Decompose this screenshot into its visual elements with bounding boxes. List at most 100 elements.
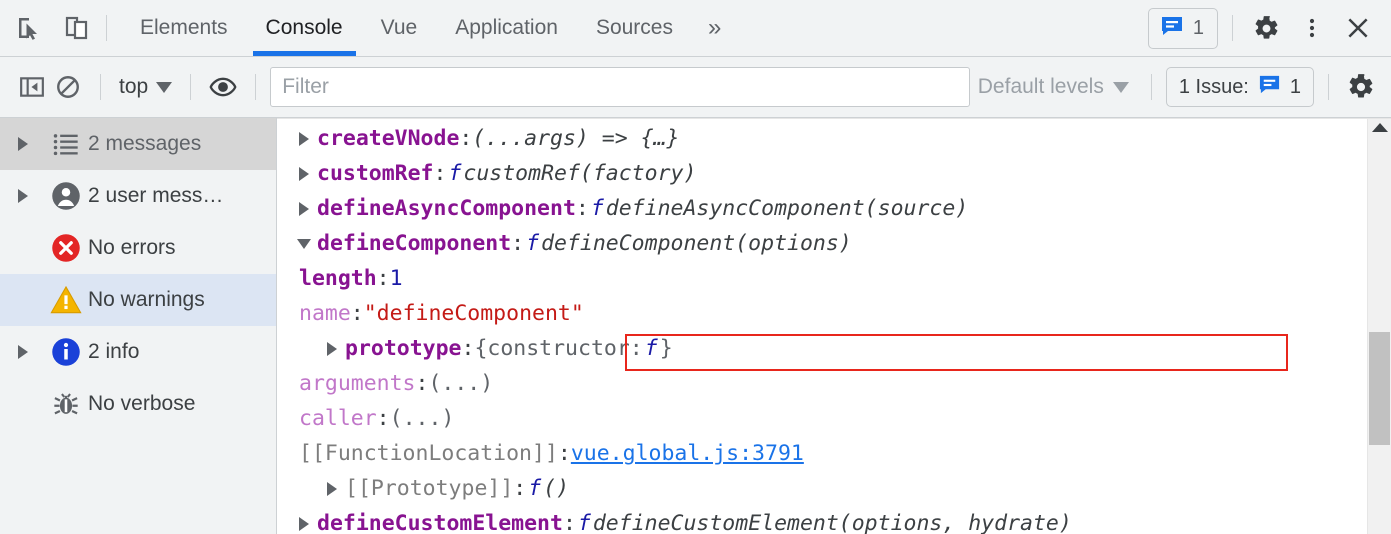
property-row[interactable]: customRef: f customRef(factory) bbox=[277, 156, 1391, 191]
tab-console[interactable]: Console bbox=[247, 0, 362, 56]
tab-bar-right-actions: 1 bbox=[1148, 0, 1391, 56]
property-separator: : bbox=[576, 196, 589, 221]
disclosure-triangle-right-icon[interactable] bbox=[295, 202, 313, 216]
issues-button[interactable]: 1 Issue: 1 bbox=[1166, 67, 1314, 107]
property-row[interactable]: [[FunctionLocation]]: vue.global.js:3791 bbox=[277, 436, 1391, 471]
tab-application[interactable]: Application bbox=[436, 0, 577, 56]
property-row[interactable]: defineComponent: f defineComponent(optio… bbox=[277, 226, 1391, 261]
sidebar-item-label: 2 info bbox=[88, 340, 139, 364]
property-value: 1 bbox=[390, 266, 403, 291]
property-separator: : bbox=[462, 336, 475, 361]
close-icon[interactable] bbox=[1339, 9, 1377, 47]
property-key: length bbox=[299, 266, 377, 291]
disclosure-triangle-down-icon[interactable] bbox=[295, 239, 313, 249]
property-separator: : bbox=[558, 441, 571, 466]
property-value: (...) bbox=[428, 371, 493, 396]
filter-input[interactable] bbox=[270, 67, 970, 107]
property-row[interactable]: defineAsyncComponent: f defineAsyncCompo… bbox=[277, 191, 1391, 226]
property-separator: : bbox=[511, 231, 524, 256]
more-tabs-label: » bbox=[708, 14, 719, 42]
disclosure-triangle-right-icon[interactable] bbox=[295, 132, 313, 146]
property-row[interactable]: prototype: {constructor: f} bbox=[277, 331, 1391, 366]
disclosure-triangle-right-icon[interactable] bbox=[18, 189, 44, 203]
tab-sources-label: Sources bbox=[596, 16, 673, 40]
property-separator: : bbox=[377, 266, 390, 291]
device-toolbar-icon[interactable] bbox=[62, 13, 92, 43]
property-value: defineAsyncComponent(source) bbox=[606, 196, 968, 221]
property-row[interactable]: [[Prototype]]: f () bbox=[277, 471, 1391, 506]
source-location-link[interactable]: vue.global.js:3791 bbox=[571, 441, 804, 466]
sidebar-item-2-user-mess[interactable]: 2 user mess… bbox=[0, 170, 276, 222]
scrollbar-thumb[interactable] bbox=[1369, 332, 1390, 445]
property-value: defineComponent(options) bbox=[541, 231, 852, 256]
disclosure-triangle-right-icon[interactable] bbox=[295, 167, 313, 181]
toolbar-divider-3 bbox=[255, 74, 256, 100]
issues-button-count: 1 bbox=[1290, 76, 1301, 99]
sidebar-item-2-info[interactable]: 2 info bbox=[0, 326, 276, 378]
property-value: f bbox=[446, 161, 463, 186]
live-expression-eye-icon[interactable] bbox=[205, 69, 241, 105]
console-sidebar: 2 messages2 user mess… No errors No warnin… bbox=[0, 118, 277, 534]
property-key: defineCustomElement bbox=[317, 511, 563, 534]
sidebar-item-2-messages[interactable]: 2 messages bbox=[0, 118, 276, 170]
property-value: "defineComponent" bbox=[364, 301, 584, 326]
clear-console-icon[interactable] bbox=[50, 69, 86, 105]
property-row[interactable]: defineCustomElement: f defineCustomEleme… bbox=[277, 506, 1391, 534]
property-key: caller bbox=[299, 406, 377, 431]
show-console-sidebar-icon[interactable] bbox=[14, 69, 50, 105]
property-separator: : bbox=[377, 406, 390, 431]
gear-icon[interactable] bbox=[1343, 69, 1379, 105]
property-value: {constructor: bbox=[474, 336, 642, 361]
object-property-list: createVNode: (...args) => {…}customRef: … bbox=[277, 119, 1391, 534]
issue-message-icon bbox=[1160, 14, 1184, 43]
property-row[interactable]: name: "defineComponent" bbox=[277, 296, 1391, 331]
property-row[interactable]: arguments: (...) bbox=[277, 366, 1391, 401]
tab-vue[interactable]: Vue bbox=[362, 0, 437, 56]
property-value: f bbox=[643, 336, 660, 361]
property-row[interactable]: caller: (...) bbox=[277, 401, 1391, 436]
issues-counter-button[interactable]: 1 bbox=[1148, 8, 1218, 49]
disclosure-triangle-right-icon[interactable] bbox=[18, 137, 44, 151]
property-value: (...args) => {…} bbox=[472, 126, 679, 151]
disclosure-triangle-right-icon[interactable] bbox=[323, 342, 341, 356]
property-key: [[Prototype]] bbox=[345, 476, 513, 501]
scroll-up-arrow-icon[interactable] bbox=[1372, 123, 1388, 132]
info-circle-icon bbox=[44, 337, 88, 367]
property-value: defineCustomElement(options, hydrate) bbox=[593, 511, 1072, 534]
property-value: () bbox=[543, 476, 569, 501]
sidebar-item-no-warnings[interactable]: No warnings bbox=[0, 274, 276, 326]
property-value: } bbox=[660, 336, 673, 361]
more-tabs-chevron-icon[interactable]: » bbox=[692, 0, 735, 56]
console-message-area[interactable]: createVNode: (...args) => {…}customRef: … bbox=[277, 118, 1391, 534]
inspect-cursor-icon[interactable] bbox=[14, 13, 44, 43]
list-messages-icon bbox=[44, 130, 88, 158]
tab-vue-label: Vue bbox=[381, 16, 418, 40]
disclosure-triangle-right-icon[interactable] bbox=[323, 482, 341, 496]
console-body: 2 messages2 user mess… No errors No warnin… bbox=[0, 118, 1391, 534]
console-toolbar: top Default levels 1 Issue: bbox=[0, 57, 1391, 118]
sidebar-item-label: No warnings bbox=[88, 288, 205, 312]
property-separator: : bbox=[416, 371, 429, 396]
disclosure-triangle-right-icon[interactable] bbox=[18, 345, 44, 359]
tab-bar-divider bbox=[106, 15, 107, 41]
log-levels-label: Default levels bbox=[978, 75, 1104, 99]
tab-elements[interactable]: Elements bbox=[121, 0, 247, 56]
property-separator: : bbox=[459, 126, 472, 151]
sidebar-item-no-verbose[interactable]: No verbose bbox=[0, 378, 276, 430]
property-row[interactable]: createVNode: (...args) => {…} bbox=[277, 121, 1391, 156]
devtools-tab-bar: Elements Console Vue Application Sources… bbox=[0, 0, 1391, 57]
tab-sources[interactable]: Sources bbox=[577, 0, 692, 56]
property-value: f bbox=[526, 476, 543, 501]
log-levels-selector[interactable]: Default levels bbox=[970, 75, 1137, 99]
disclosure-triangle-right-icon[interactable] bbox=[295, 517, 313, 531]
sidebar-item-label: No errors bbox=[88, 236, 176, 260]
sidebar-item-no-errors[interactable]: No errors bbox=[0, 222, 276, 274]
kebab-menu-icon[interactable] bbox=[1293, 9, 1331, 47]
console-scrollbar[interactable] bbox=[1367, 119, 1391, 534]
issues-button-label: 1 Issue: bbox=[1179, 76, 1249, 99]
execution-context-selector[interactable]: top bbox=[115, 75, 176, 99]
tab-console-label: Console bbox=[266, 16, 343, 40]
devtools-window: Elements Console Vue Application Sources… bbox=[0, 0, 1391, 534]
gear-icon[interactable] bbox=[1247, 9, 1285, 47]
property-row[interactable]: length: 1 bbox=[277, 261, 1391, 296]
